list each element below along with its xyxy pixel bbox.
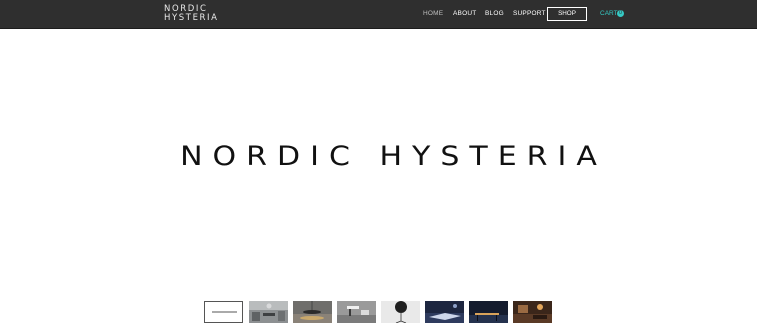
- cart-count-badge[interactable]: 0: [617, 10, 624, 17]
- cart-link[interactable]: CART: [600, 10, 618, 17]
- gallery-thumbnail[interactable]: [204, 301, 243, 323]
- shop-button[interactable]: SHOP: [547, 7, 587, 21]
- nav-support[interactable]: SUPPORT: [513, 10, 546, 17]
- dark-interior-image: [469, 301, 508, 323]
- warm-interior-image: [513, 301, 552, 323]
- logo-line-2: HYSTERIA: [164, 12, 219, 23]
- gallery-thumbnail[interactable]: [337, 301, 376, 323]
- cart-count: 0: [619, 10, 622, 16]
- night-scene-image: [425, 301, 464, 323]
- gallery-thumbnail[interactable]: [293, 301, 332, 323]
- thumbnail-title-mark: [212, 311, 237, 313]
- hero-title: NORDIC HYSTERIA: [180, 141, 607, 172]
- gallery-thumbnail[interactable]: [381, 301, 420, 324]
- nav-home[interactable]: HOME: [423, 10, 443, 17]
- desk-lamp-image: [337, 301, 376, 323]
- gallery-thumbnail[interactable]: [469, 301, 508, 323]
- pendant-lamp-image: [293, 301, 332, 323]
- gallery-thumbnail[interactable]: [513, 301, 552, 323]
- top-navigation-bar: NORDIC HYSTERIA HOME ABOUT BLOG SUPPORT …: [0, 0, 757, 29]
- interior-room-image: [249, 301, 288, 323]
- gallery-thumbnail[interactable]: [249, 301, 288, 323]
- site-logo[interactable]: NORDIC HYSTERIA: [164, 5, 219, 22]
- hero-area: NORDIC HYSTERIA: [0, 0, 757, 326]
- floor-lamp-image: [381, 301, 420, 324]
- nav-about[interactable]: ABOUT: [453, 10, 476, 17]
- gallery-thumbnail[interactable]: [425, 301, 464, 323]
- nav-blog[interactable]: BLOG: [485, 10, 504, 17]
